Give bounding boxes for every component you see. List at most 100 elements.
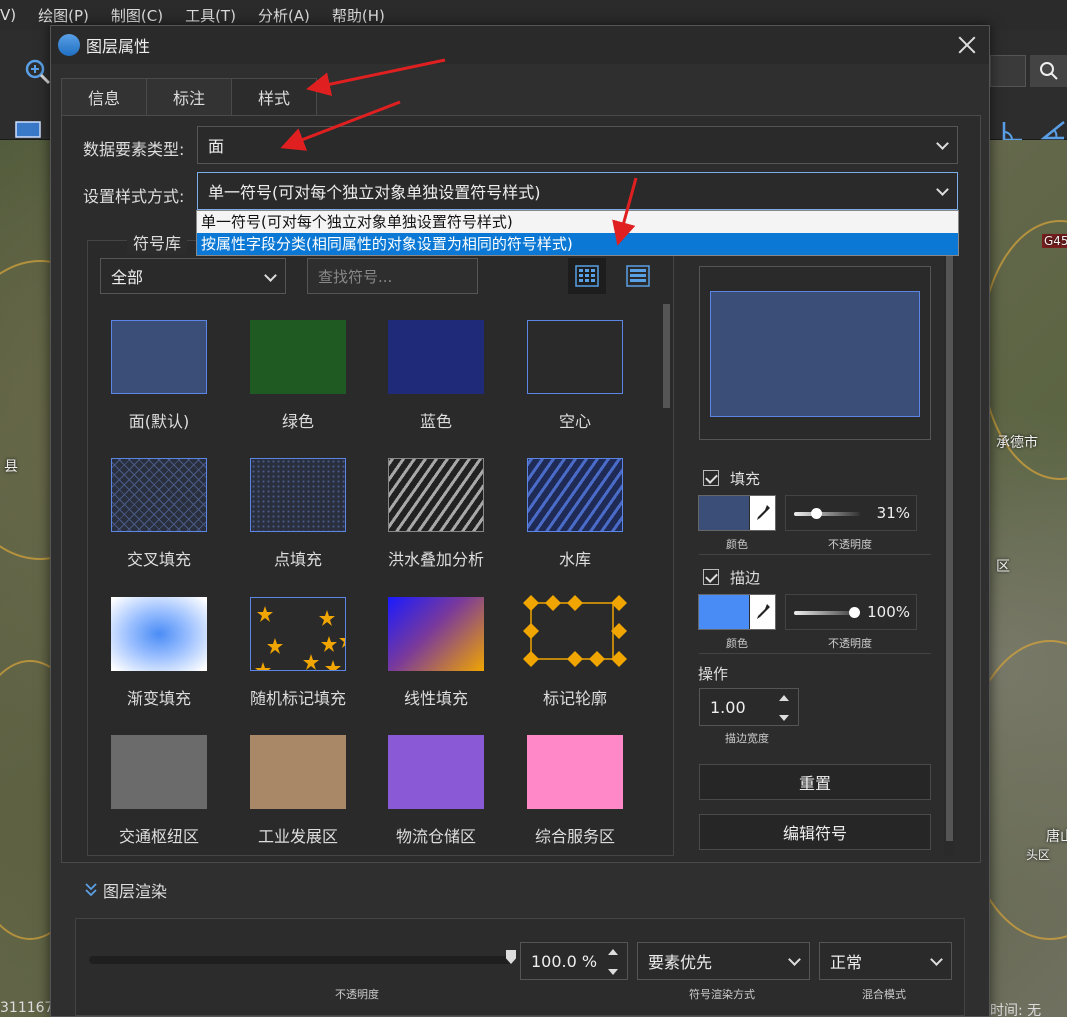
edit-symbol-button[interactable]: 编辑符号	[699, 814, 931, 850]
chevron-down-icon	[936, 183, 949, 196]
symbol-item[interactable]: 物流仓储区	[368, 735, 498, 865]
stroke-width-spinbox[interactable]: 1.00	[699, 688, 799, 726]
symbol-label: 蓝色	[419, 412, 452, 431]
symbol-item[interactable]: 空心	[507, 320, 637, 450]
symbol-label: 水库	[558, 550, 591, 569]
symbol-item[interactable]: 标记轮廓	[507, 595, 637, 727]
symbol-swatch	[527, 320, 623, 394]
feature-type-value: 面	[208, 137, 225, 156]
stroke-opacity-slider[interactable]: 100%	[785, 594, 917, 630]
menu-cartography[interactable]: 制图(C)	[111, 5, 163, 26]
layer-render-toggle[interactable]: 图层渲染	[83, 878, 167, 902]
stroke-opacity-knob[interactable]	[849, 607, 860, 618]
spin-arrows-icon[interactable]	[778, 695, 790, 721]
symbol-label: 工业发展区	[257, 827, 338, 846]
symbol-label: 随机标记填充	[249, 689, 346, 708]
menu-analysis[interactable]: 分析(A)	[258, 5, 310, 26]
symbol-category-select[interactable]: 全部	[100, 258, 286, 294]
symbol-swatch	[523, 595, 627, 671]
symbol-item[interactable]: 综合服务区	[507, 735, 637, 865]
fill-label: 填充	[730, 470, 761, 488]
symbol-item[interactable]: 线性填充	[368, 597, 498, 727]
menu-draw[interactable]: 绘图(P)	[38, 5, 89, 26]
close-button[interactable]	[955, 33, 979, 57]
tab-annotation[interactable]: 标注	[146, 78, 233, 116]
map-label-district: 区	[996, 559, 1010, 575]
render-mode-select[interactable]: 要素优先	[637, 942, 810, 980]
style-mode-option-single[interactable]: 单一符号(可对每个独立对象单独设置符号样式)	[197, 211, 958, 233]
tab-style[interactable]: 样式	[231, 78, 318, 116]
list-view-button[interactable]	[619, 258, 657, 294]
symbol-library-title: 符号库	[127, 230, 188, 254]
eyedropper-icon[interactable]	[750, 496, 775, 530]
chevron-down-icon	[788, 953, 801, 966]
symbol-item[interactable]: 水库	[507, 458, 637, 588]
symbol-item[interactable]: 交叉填充	[91, 458, 221, 588]
chevron-down-icon	[936, 137, 949, 150]
style-mode-select[interactable]: 单一符号(可对每个独立对象单独设置符号样式)	[197, 172, 958, 210]
map-search-input[interactable]	[990, 55, 1026, 87]
symbol-scrollbar-thumb[interactable]	[663, 304, 670, 408]
render-mode-value: 要素优先	[648, 953, 713, 972]
fill-checkbox[interactable]	[703, 470, 719, 486]
symbol-label: 交通枢纽区	[118, 827, 199, 846]
grid-view-button[interactable]	[568, 258, 606, 294]
fill-color-swatch	[699, 496, 749, 530]
divider	[699, 554, 931, 555]
symbol-item[interactable]: 点填充	[230, 458, 360, 588]
symbol-preview	[699, 266, 931, 440]
stroke-color-button[interactable]	[698, 594, 776, 630]
search-button[interactable]	[1030, 55, 1067, 87]
style-mode-option-by-field[interactable]: 按属性字段分类(相同属性的对象设置为相同的符号样式)	[197, 233, 958, 255]
eyedropper-icon[interactable]	[750, 595, 775, 629]
zoom-in-icon[interactable]	[24, 58, 52, 86]
symbol-swatch	[111, 320, 207, 394]
reset-button[interactable]: 重置	[699, 764, 931, 800]
symbol-swatch	[250, 597, 355, 678]
fill-opacity-knob[interactable]	[811, 508, 823, 519]
symbol-item[interactable]: 面(默认)	[91, 320, 221, 450]
layer-opacity-slider[interactable]	[89, 956, 513, 964]
fill-color-button[interactable]	[698, 495, 776, 531]
style-mode-value: 单一符号(可对每个独立对象单独设置符号样式)	[208, 183, 541, 202]
symbol-label: 点填充	[273, 550, 322, 569]
symbol-label: 渐变填充	[126, 689, 191, 708]
menu-view[interactable]: V)	[0, 6, 16, 24]
blend-mode-select[interactable]: 正常	[819, 942, 952, 980]
coordinate-readout: 311167	[0, 1000, 54, 1016]
feature-type-label: 数据要素类型:	[83, 140, 185, 159]
symbol-item[interactable]: 蓝色	[368, 320, 498, 450]
symbol-label: 交叉填充	[126, 550, 191, 569]
chevron-down-icon	[930, 953, 943, 966]
symbol-swatch	[388, 735, 484, 809]
symbol-item[interactable]: 洪水叠加分析	[368, 458, 498, 588]
symbol-item[interactable]: 渐变填充	[91, 597, 221, 727]
symbol-item[interactable]: 随机标记填充	[230, 597, 360, 727]
symbol-item[interactable]: 工业发展区	[230, 735, 360, 865]
map-label-county: 县	[4, 459, 18, 475]
spin-arrows-icon[interactable]	[607, 949, 619, 975]
grid-view-icon	[575, 265, 599, 287]
layer-render-title: 图层渲染	[103, 882, 168, 901]
symbol-label: 空心	[558, 412, 591, 431]
layer-opacity-spinbox[interactable]: 100.0 %	[520, 942, 628, 980]
menu-tools[interactable]: 工具(T)	[185, 5, 236, 26]
symbol-swatch	[111, 458, 207, 532]
feature-type-select[interactable]: 面	[197, 126, 958, 164]
menu-help[interactable]: 帮助(H)	[332, 5, 385, 26]
symbol-item[interactable]: 交通枢纽区	[91, 735, 221, 865]
stroke-color-label: 颜色	[726, 637, 748, 650]
stroke-checkbox[interactable]	[703, 569, 719, 585]
symbol-item[interactable]: 绿色	[230, 320, 360, 450]
symbol-search-input[interactable]: 查找符号...	[307, 258, 478, 294]
symbol-category-value: 全部	[111, 268, 144, 287]
symbol-swatch	[250, 458, 346, 532]
tab-info[interactable]: 信息	[61, 78, 148, 116]
symbol-swatch	[388, 320, 484, 394]
dialog-title-bar[interactable]: 图层属性	[51, 26, 989, 64]
dialog-title: 图层属性	[86, 37, 151, 56]
blend-mode-value: 正常	[830, 953, 863, 972]
style-panel-scrollbar-thumb[interactable]	[946, 256, 953, 841]
rectangle-select-icon[interactable]	[14, 120, 44, 140]
fill-opacity-slider[interactable]: 31%	[785, 495, 917, 531]
